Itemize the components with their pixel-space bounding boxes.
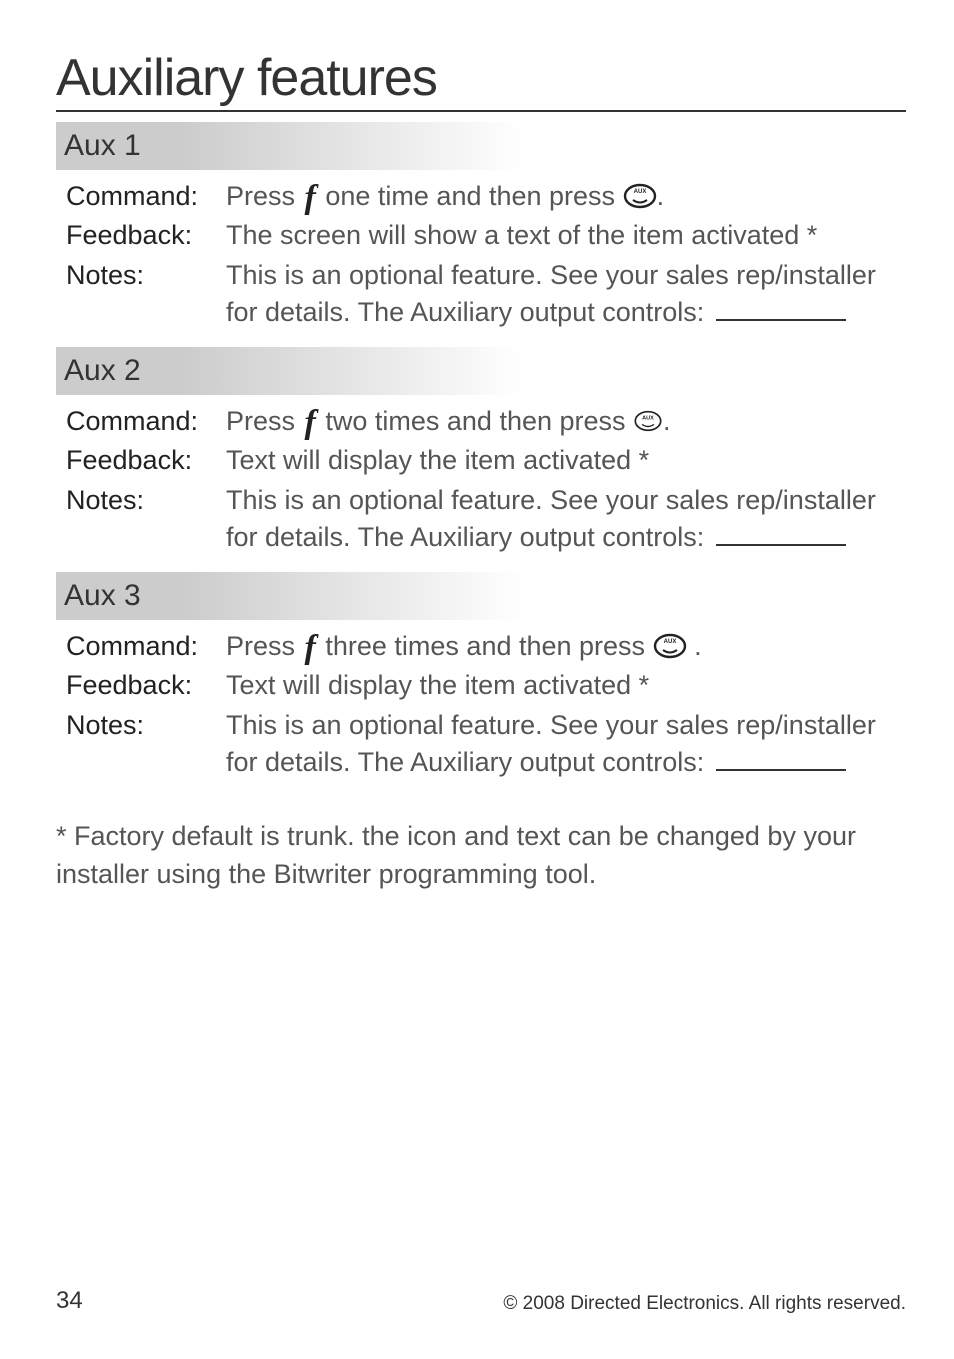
section-header-aux1: Aux 1 bbox=[56, 122, 906, 170]
command-label: Command: bbox=[66, 403, 226, 440]
section-body-aux1: Command: Press f one time and then press… bbox=[56, 178, 906, 347]
command-row: Command: Press f two times and then pres… bbox=[66, 403, 906, 440]
fill-in-blank bbox=[716, 296, 846, 320]
command-label: Command: bbox=[66, 178, 226, 215]
feedback-row: Feedback: Text will display the item act… bbox=[66, 442, 906, 479]
notes-row: Notes: This is an optional feature. See … bbox=[66, 257, 906, 332]
page-title: Auxiliary features bbox=[56, 48, 906, 112]
section-header-aux2: Aux 2 bbox=[56, 347, 906, 395]
notes-value: This is an optional feature. See your sa… bbox=[226, 482, 906, 557]
section-header-aux3: Aux 3 bbox=[56, 572, 906, 620]
command-row: Command: Press f three times and then pr… bbox=[66, 628, 906, 665]
footnote: * Factory default is trunk. the icon and… bbox=[56, 817, 906, 894]
fill-in-blank bbox=[716, 521, 846, 545]
svg-text:AUX: AUX bbox=[633, 189, 646, 195]
aux-button-icon: AUX bbox=[633, 410, 663, 432]
feedback-label: Feedback: bbox=[66, 667, 226, 704]
page-number: 34 bbox=[56, 1287, 83, 1315]
feedback-row: Feedback: Text will display the item act… bbox=[66, 667, 906, 704]
command-value: Press f three times and then press AUX . bbox=[226, 628, 906, 665]
feedback-value: Text will display the item activated * bbox=[226, 667, 906, 704]
notes-label: Notes: bbox=[66, 257, 226, 294]
command-value: Press f one time and then press AUX . bbox=[226, 178, 906, 215]
notes-value: This is an optional feature. See your sa… bbox=[226, 257, 906, 332]
notes-row: Notes: This is an optional feature. See … bbox=[66, 707, 906, 782]
feedback-row: Feedback: The screen will show a text of… bbox=[66, 217, 906, 254]
command-label: Command: bbox=[66, 628, 226, 665]
fill-in-blank bbox=[716, 746, 846, 770]
feedback-value: Text will display the item activated * bbox=[226, 442, 906, 479]
copyright-text: © 2008 Directed Electronics. All rights … bbox=[503, 1293, 906, 1315]
section-body-aux2: Command: Press f two times and then pres… bbox=[56, 403, 906, 572]
command-value: Press f two times and then press AUX . bbox=[226, 403, 906, 440]
function-key-icon: f bbox=[303, 634, 318, 661]
notes-label: Notes: bbox=[66, 482, 226, 519]
notes-row: Notes: This is an optional feature. See … bbox=[66, 482, 906, 557]
command-row: Command: Press f one time and then press… bbox=[66, 178, 906, 215]
notes-value: This is an optional feature. See your sa… bbox=[226, 707, 906, 782]
function-key-icon: f bbox=[303, 409, 318, 436]
feedback-label: Feedback: bbox=[66, 217, 226, 254]
svg-text:AUX: AUX bbox=[663, 639, 676, 645]
page-footer: 34 © 2008 Directed Electronics. All righ… bbox=[56, 1287, 906, 1315]
svg-text:AUX: AUX bbox=[642, 415, 654, 421]
feedback-value: The screen will show a text of the item … bbox=[226, 217, 906, 254]
feedback-label: Feedback: bbox=[66, 442, 226, 479]
aux-button-icon: AUX bbox=[623, 183, 657, 209]
function-key-icon: f bbox=[303, 184, 318, 211]
section-body-aux3: Command: Press f three times and then pr… bbox=[56, 628, 906, 797]
notes-label: Notes: bbox=[66, 707, 226, 744]
aux-button-icon: AUX bbox=[653, 633, 687, 659]
